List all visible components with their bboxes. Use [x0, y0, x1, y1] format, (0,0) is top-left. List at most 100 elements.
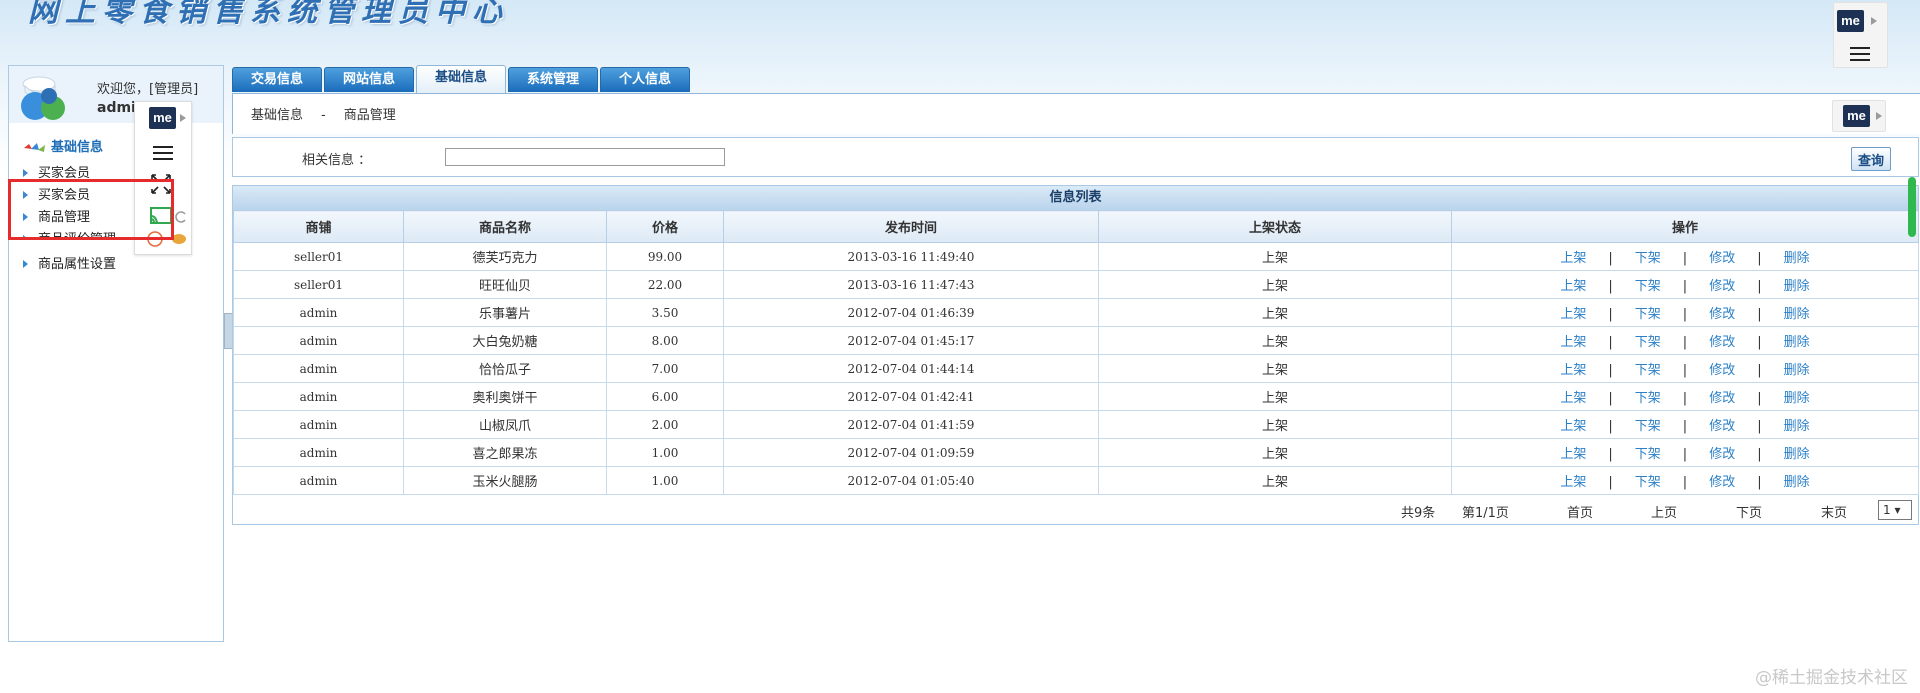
cell-actions: 上架 | 下架 | 修改 | 删除 — [1451, 354, 1919, 383]
action-separator: | — [1608, 419, 1613, 434]
delete-link[interactable]: 删除 — [1784, 307, 1810, 322]
cell-shop: admin — [233, 382, 404, 411]
table-row: admin 奥利奥饼干 6.00 2012-07-04 01:42:41 上架 上架 | 下架… — [233, 382, 1919, 411]
list-link[interactable]: 上架 — [1560, 391, 1586, 406]
watermark: @稀土掘金技术社区 — [1755, 668, 1908, 688]
breadcrumb-bar — [232, 93, 1920, 134]
refresh-icon[interactable] — [175, 210, 187, 224]
delete-link[interactable]: 删除 — [1784, 475, 1810, 490]
list-link[interactable]: 上架 — [1560, 307, 1586, 322]
ext-widget-mini[interactable]: me — [1832, 100, 1886, 132]
page-select[interactable]: 1 ▾ — [1878, 500, 1912, 520]
scrollbar-thumb[interactable] — [1908, 177, 1916, 237]
list-link[interactable]: 上架 — [1560, 475, 1586, 490]
cell-status: 上架 — [1098, 298, 1452, 327]
cell-price: 1.00 — [606, 466, 724, 495]
list-link[interactable]: 上架 — [1560, 335, 1586, 350]
ext-widget[interactable]: me — [1833, 2, 1888, 68]
delist-link[interactable]: 下架 — [1635, 419, 1661, 434]
edit-link[interactable]: 修改 — [1709, 279, 1735, 294]
tab-personal-info[interactable]: 个人信息 — [600, 67, 690, 92]
search-button[interactable]: 查询 — [1851, 147, 1891, 171]
action-separator: | — [1682, 419, 1688, 434]
tab-basic-info[interactable]: 基础信息 — [416, 65, 506, 94]
delete-link[interactable]: 删除 — [1784, 419, 1810, 434]
table-row: admin 玉米火腿肠 1.00 2012-07-04 01:05:40 上架 上架 | 下架… — [233, 466, 1919, 495]
edit-link[interactable]: 修改 — [1709, 447, 1735, 462]
edit-link[interactable]: 修改 — [1709, 419, 1735, 434]
search-label: 相关信息 ： — [302, 153, 372, 168]
cell-actions: 上架 | 下架 | 修改 | 删除 — [1451, 466, 1919, 495]
me-logo[interactable]: me — [1837, 10, 1864, 32]
leaf-icon — [24, 142, 45, 152]
edit-link[interactable]: 修改 — [1709, 307, 1735, 322]
action-separator: | — [1682, 279, 1688, 294]
delete-link[interactable]: 删除 — [1784, 447, 1810, 462]
pager-next[interactable]: 下页 — [1736, 502, 1762, 521]
search-input[interactable] — [445, 148, 725, 166]
column-header-status: 上架状态 — [1098, 210, 1452, 243]
pager-last[interactable]: 末页 — [1821, 502, 1847, 521]
delist-link[interactable]: 下架 — [1635, 251, 1661, 266]
delete-link[interactable]: 删除 — [1784, 363, 1810, 378]
list-link[interactable]: 上架 — [1560, 363, 1586, 378]
action-separator: | — [1757, 391, 1762, 406]
list-link[interactable]: 上架 — [1560, 251, 1586, 266]
cell-price: 99.00 — [606, 242, 724, 271]
cell-shop: admin — [233, 326, 404, 355]
delist-link[interactable]: 下架 — [1635, 391, 1661, 406]
breadcrumb-current: 商品管理 — [343, 108, 396, 123]
cell-product-name: 喜之郎果冻 — [403, 438, 607, 467]
pager-prev[interactable]: 上页 — [1651, 502, 1677, 521]
me-logo[interactable]: me — [1843, 105, 1870, 127]
triangle-right-icon[interactable] — [180, 114, 186, 122]
delist-link[interactable]: 下架 — [1635, 279, 1661, 294]
tab-website-info[interactable]: 网站信息 — [324, 67, 414, 92]
action-separator: | — [1608, 279, 1613, 294]
tab-transaction-info[interactable]: 交易信息 — [232, 67, 322, 92]
cell-actions: 上架 | 下架 | 修改 | 删除 — [1451, 382, 1919, 411]
action-separator: | — [1682, 307, 1688, 322]
delist-link[interactable]: 下架 — [1635, 447, 1661, 462]
triangle-right-icon[interactable] — [1871, 17, 1877, 25]
action-separator: | — [1682, 475, 1688, 490]
delist-link[interactable]: 下架 — [1635, 307, 1661, 322]
breadcrumb: 基础信息 - 商品管理 — [251, 104, 414, 123]
cell-status: 上架 — [1098, 270, 1452, 299]
list-link[interactable]: 上架 — [1560, 447, 1586, 462]
triangle-right-icon[interactable] — [1876, 112, 1882, 120]
edit-link[interactable]: 修改 — [1709, 335, 1735, 350]
delist-link[interactable]: 下架 — [1635, 475, 1661, 490]
action-separator: | — [1757, 363, 1762, 378]
delete-link[interactable]: 删除 — [1784, 391, 1810, 406]
sidebar-item-product-attribute[interactable]: 商品属性设置 — [23, 253, 116, 272]
welcome-text: 欢迎您，[管理员] — [97, 82, 199, 97]
cell-status: 上架 — [1098, 354, 1452, 383]
tab-system-management[interactable]: 系统管理 — [508, 67, 598, 92]
edit-link[interactable]: 修改 — [1709, 363, 1735, 378]
edit-link[interactable]: 修改 — [1709, 251, 1735, 266]
edit-link[interactable]: 修改 — [1709, 475, 1735, 490]
edit-link[interactable]: 修改 — [1709, 391, 1735, 406]
cell-publish-time: 2012-07-04 01:44:14 — [723, 354, 1099, 383]
hamburger-icon[interactable] — [1850, 47, 1870, 61]
list-link[interactable]: 上架 — [1560, 279, 1586, 294]
app-title: 网上零食销售系统管理员中心 — [28, 0, 509, 29]
cell-status: 上架 — [1098, 466, 1452, 495]
list-link[interactable]: 上架 — [1560, 419, 1586, 434]
pager-first[interactable]: 首页 — [1567, 502, 1593, 521]
delist-link[interactable]: 下架 — [1635, 335, 1661, 350]
me-logo[interactable]: me — [149, 107, 176, 129]
delist-link[interactable]: 下架 — [1635, 363, 1661, 378]
cell-publish-time: 2012-07-04 01:41:59 — [723, 410, 1099, 439]
delete-link[interactable]: 删除 — [1784, 335, 1810, 350]
breadcrumb-parent[interactable]: 基础信息 — [251, 108, 303, 123]
cell-product-name: 奥利奥饼干 — [403, 382, 607, 411]
cell-publish-time: 2012-07-04 01:46:39 — [723, 298, 1099, 327]
delete-link[interactable]: 删除 — [1784, 279, 1810, 294]
list-title: 信息列表 — [233, 186, 1918, 210]
table-body: seller01 德芙巧克力 99.00 2013-03-16 11:49:40 上架上… — [233, 242, 1919, 495]
hamburger-icon[interactable] — [153, 146, 173, 160]
sidebar-section-basic-info[interactable]: 基础信息 — [23, 136, 103, 155]
delete-link[interactable]: 删除 — [1784, 251, 1810, 266]
